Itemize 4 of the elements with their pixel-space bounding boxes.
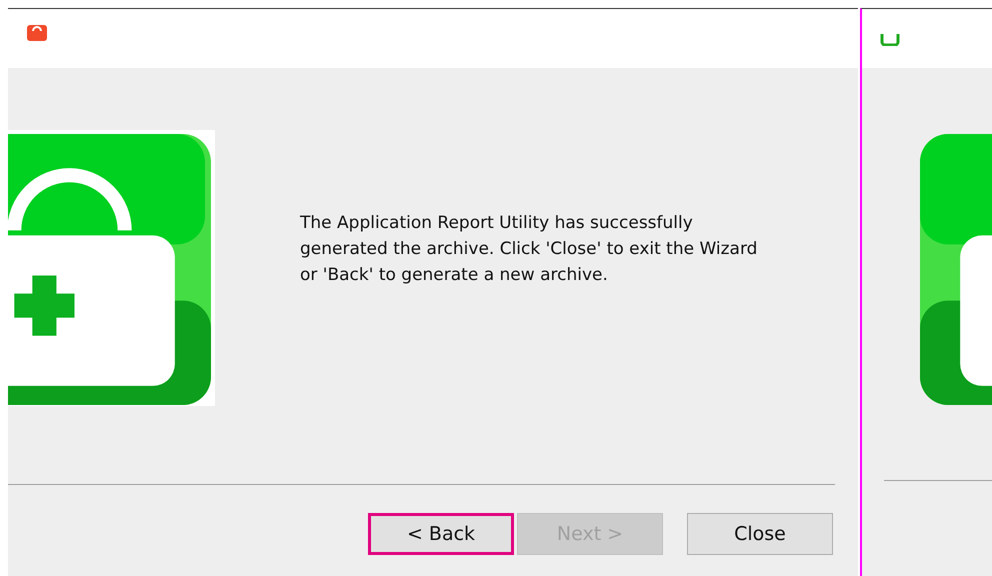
- medical-kit-icon: [8, 130, 215, 406]
- completion-message: The Application Report Utility has successfully generated the archive. Click 'Close' to exit the Wizard or 'Back' to generate a new archive.: [300, 212, 758, 287]
- wizard-button[interactable]: < Back: [368, 513, 514, 555]
- wizard-button[interactable]: Close: [687, 513, 833, 555]
